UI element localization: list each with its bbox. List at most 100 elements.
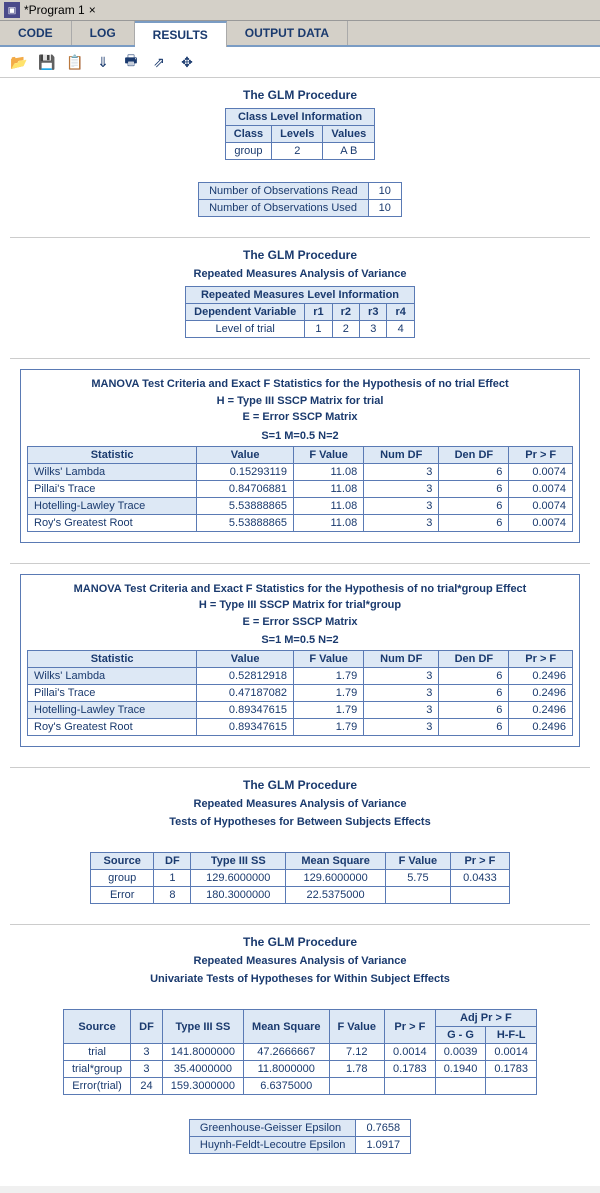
repeated-measures-table: Repeated Measures Level Information Depe…: [185, 286, 415, 338]
hfl-val: 0.1783: [486, 1061, 537, 1078]
f-val: 1.78: [329, 1061, 385, 1078]
prf-header: Pr > F: [385, 1010, 436, 1044]
den-df: 6: [439, 685, 509, 702]
manova2-line3: E = Error SSCP Matrix: [242, 616, 357, 628]
within-subjects-title: The GLM Procedure: [10, 935, 590, 949]
save-button[interactable]: 💾: [36, 51, 58, 73]
type3ss-header: Type III SS: [191, 853, 286, 870]
gg-epsilon-label: Greenhouse-Geisser Epsilon: [189, 1120, 356, 1137]
observations-table: Number of Observations Read 10 Number of…: [198, 182, 402, 217]
open-button[interactable]: 📂: [8, 51, 30, 73]
stat-col-header: Statistic: [28, 651, 197, 668]
dep-var-header: Dependent Variable: [186, 304, 305, 321]
num-df: 3: [364, 702, 439, 719]
f-value: 11.08: [294, 463, 364, 480]
gg-val: 0.0039: [435, 1044, 486, 1061]
num-df: 3: [364, 514, 439, 531]
values-col-header: Values: [323, 126, 375, 143]
repeated-measures-header: Repeated Measures Level Information: [186, 287, 415, 304]
hfl-val: [486, 1078, 537, 1095]
hfl-epsilon-label: Huynh-Feldt-Lecoutre Epsilon: [189, 1137, 356, 1154]
prf-col-header: Pr > F: [509, 446, 573, 463]
stat-value: 0.47187082: [197, 685, 294, 702]
class-col-header: Class: [225, 126, 271, 143]
between-subjects-table: Source DF Type III SS Mean Square F Valu…: [90, 852, 510, 904]
df-header: DF: [131, 1010, 163, 1044]
between-subjects-subtitle2: Tests of Hypotheses for Between Subjects…: [10, 816, 590, 828]
stat-name: Pillai's Trace: [28, 480, 197, 497]
ms-val: 22.5375000: [286, 887, 386, 904]
tab-output-data[interactable]: OUTPUT DATA: [227, 21, 348, 45]
r4-header: r4: [387, 304, 414, 321]
manova2-header: MANOVA Test Criteria and Exact F Statist…: [27, 581, 573, 631]
den-df: 6: [439, 463, 509, 480]
between-subjects-section: The GLM Procedure Repeated Measures Anal…: [10, 778, 590, 904]
table-row: trial*group 3 35.4000000 11.8000000 1.78…: [63, 1061, 536, 1078]
table-row: Greenhouse-Geisser Epsilon 0.7658: [189, 1120, 410, 1137]
class-cell: group: [225, 143, 271, 160]
r3-val: 3: [360, 321, 387, 338]
manova2-box: MANOVA Test Criteria and Exact F Statist…: [20, 574, 580, 748]
table-row: Pillai's Trace 0.84706881 11.08 3 6 0.00…: [28, 480, 573, 497]
tab-code[interactable]: CODE: [0, 21, 72, 45]
within-subjects-table: Source DF Type III SS Mean Square F Valu…: [63, 1009, 537, 1095]
type3ss-header: Type III SS: [162, 1010, 243, 1044]
stat-name: Roy's Greatest Root: [28, 514, 197, 531]
pr-f: 0.2496: [509, 719, 573, 736]
download-button[interactable]: ⇓: [92, 51, 114, 73]
print-button[interactable]: 🖶: [120, 51, 142, 73]
results-content: The GLM Procedure Class Level Informatio…: [0, 78, 600, 1186]
ms-val: 6.6375000: [244, 1078, 329, 1095]
stat-value: 0.84706881: [197, 480, 294, 497]
gg-header: G - G: [435, 1027, 486, 1044]
pr-f: 0.0074: [509, 514, 573, 531]
adj-prf-header: Adj Pr > F: [435, 1010, 536, 1027]
stat-value: 5.53888865: [197, 497, 294, 514]
obs-used-value: 10: [368, 200, 401, 217]
pr-val: [450, 887, 509, 904]
table-row: Hotelling-Lawley Trace 0.89347615 1.79 3…: [28, 702, 573, 719]
value-col-header: Value: [197, 446, 294, 463]
source-trialgroup: trial*group: [63, 1061, 130, 1078]
tab-results[interactable]: RESULTS: [135, 21, 227, 47]
dendf-col-header: Den DF: [439, 446, 509, 463]
numdf-col-header: Num DF: [364, 651, 439, 668]
den-df: 6: [439, 702, 509, 719]
glm-repeated-subtitle: Repeated Measures Analysis of Variance: [10, 268, 590, 280]
num-df: 3: [364, 668, 439, 685]
f-value: 1.79: [294, 702, 364, 719]
class-level-header: Class Level Information: [225, 109, 374, 126]
table-row: Level of trial 1 2 3 4: [186, 321, 415, 338]
source-error-trial: Error(trial): [63, 1078, 130, 1095]
close-icon[interactable]: ×: [89, 3, 96, 17]
ms-val: 129.6000000: [286, 870, 386, 887]
expand-button[interactable]: ⇗: [148, 51, 170, 73]
den-df: 6: [439, 668, 509, 685]
f-val: 5.75: [385, 870, 450, 887]
pr-f: 0.2496: [509, 702, 573, 719]
manova2-line1: MANOVA Test Criteria and Exact F Statist…: [74, 583, 527, 595]
levels-col-header: Levels: [272, 126, 323, 143]
tab-log[interactable]: LOG: [72, 21, 135, 45]
within-subjects-section: The GLM Procedure Repeated Measures Anal…: [10, 935, 590, 1154]
glm-repeated-section: The GLM Procedure Repeated Measures Anal…: [10, 248, 590, 338]
fullscreen-button[interactable]: ✥: [176, 51, 198, 73]
r2-header: r2: [332, 304, 359, 321]
saveas-button[interactable]: 📋: [64, 51, 86, 73]
den-df: 6: [439, 480, 509, 497]
f-val: 7.12: [329, 1044, 385, 1061]
num-df: 3: [364, 497, 439, 514]
pr-f: 0.0074: [509, 497, 573, 514]
table-row: Number of Observations Used 10: [199, 200, 402, 217]
obs-used-label: Number of Observations Used: [199, 200, 369, 217]
ss-val: 129.6000000: [191, 870, 286, 887]
pr-f: 0.2496: [509, 685, 573, 702]
r3-header: r3: [360, 304, 387, 321]
manova2-table: Statistic Value F Value Num DF Den DF Pr…: [27, 650, 573, 736]
pr-f: 0.0074: [509, 480, 573, 497]
within-subjects-subtitle1: Repeated Measures Analysis of Variance: [10, 955, 590, 967]
manova1-header: MANOVA Test Criteria and Exact F Statist…: [27, 376, 573, 426]
fvalue-header: F Value: [385, 853, 450, 870]
stat-name: Hotelling-Lawley Trace: [28, 702, 197, 719]
f-value: 11.08: [294, 480, 364, 497]
